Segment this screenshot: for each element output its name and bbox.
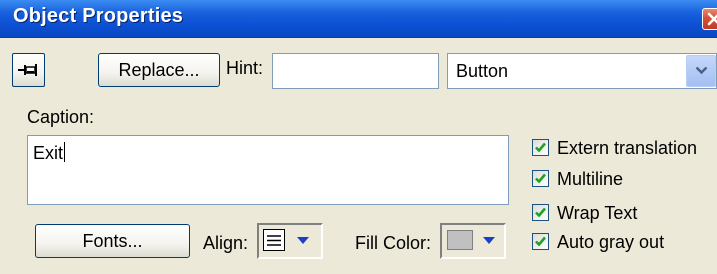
chevron-down-icon bbox=[483, 237, 495, 244]
fill-color-swatch bbox=[447, 230, 473, 250]
chevron-down-icon bbox=[297, 237, 309, 244]
object-type-value: Button bbox=[456, 61, 509, 81]
wrap-text-label: Wrap Text bbox=[557, 203, 638, 223]
hint-input[interactable] bbox=[272, 53, 439, 89]
align-label: Align: bbox=[203, 233, 249, 253]
checkmark-icon bbox=[535, 236, 546, 247]
extern-translation-label: Extern translation bbox=[557, 138, 698, 158]
pin-icon bbox=[18, 64, 37, 76]
replace-button[interactable]: Replace... bbox=[98, 53, 220, 87]
caption-value: Exit bbox=[33, 142, 66, 163]
extern-translation-checkbox[interactable] bbox=[532, 139, 549, 156]
window-title: Object Properties bbox=[13, 5, 184, 27]
pin-button[interactable] bbox=[12, 53, 45, 87]
wrap-text-checkbox[interactable] bbox=[532, 204, 549, 221]
close-icon bbox=[707, 12, 717, 26]
auto-gray-out-label: Auto gray out bbox=[557, 232, 665, 252]
title-bar: Object Properties bbox=[0, 0, 717, 38]
align-dropdown[interactable] bbox=[257, 223, 323, 259]
multiline-checkbox[interactable] bbox=[532, 170, 549, 187]
hint-label: Hint: bbox=[226, 58, 264, 78]
align-left-icon bbox=[263, 229, 285, 251]
auto-gray-out-checkbox[interactable] bbox=[532, 233, 549, 250]
fill-color-dropdown[interactable] bbox=[440, 223, 506, 259]
checkmark-icon bbox=[535, 173, 546, 184]
close-button[interactable] bbox=[702, 8, 717, 30]
multiline-label: Multiline bbox=[557, 169, 624, 189]
fonts-button[interactable]: Fonts... bbox=[35, 224, 190, 258]
chevron-down-icon bbox=[695, 66, 708, 75]
caption-label: Caption: bbox=[27, 107, 95, 127]
object-type-dropdown-button[interactable] bbox=[686, 55, 716, 87]
fill-color-label: Fill Color: bbox=[355, 233, 432, 253]
checkmark-icon bbox=[535, 207, 546, 218]
caption-input[interactable]: Exit bbox=[27, 135, 509, 205]
object-type-select[interactable]: Button bbox=[447, 53, 717, 89]
checkmark-icon bbox=[535, 142, 546, 153]
